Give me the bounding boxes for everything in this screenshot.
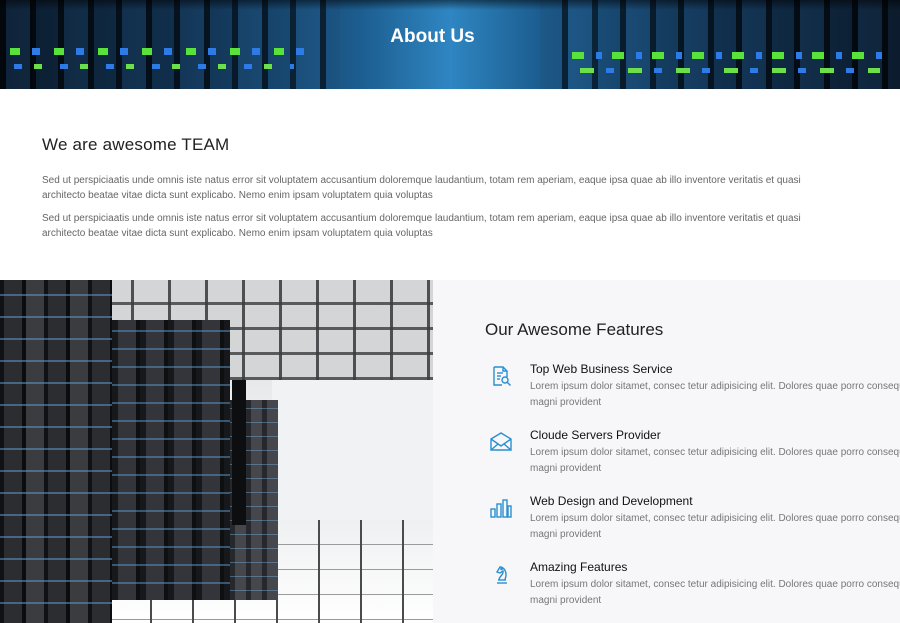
feature-item: Amazing Features Lorem ipsum dolor sitam… bbox=[485, 560, 900, 616]
team-paragraph: Sed ut perspiciaatis unde omnis iste nat… bbox=[42, 211, 802, 241]
server-rack-front bbox=[0, 280, 112, 623]
hero-shade bbox=[0, 0, 900, 10]
team-paragraph: Sed ut perspiciaatis unde omnis iste nat… bbox=[42, 173, 802, 203]
description-line: magni provident bbox=[530, 529, 602, 540]
page-title: About Us bbox=[390, 26, 475, 47]
feature-item: Web Design and Development Lorem ipsum d… bbox=[485, 494, 900, 550]
description-line: magni provident bbox=[530, 595, 602, 606]
hero-banner: About Us bbox=[0, 0, 900, 89]
features-heading: Our Awesome Features bbox=[485, 320, 664, 339]
datacenter-image bbox=[0, 280, 433, 623]
paragraph-line: Sed ut perspiciaatis unde omnis iste nat… bbox=[42, 213, 801, 224]
feature-item: Top Web Business Service Lorem ipsum dol… bbox=[485, 362, 900, 418]
feature-title: Amazing Features bbox=[530, 560, 628, 574]
chess-knight-icon bbox=[489, 562, 513, 586]
feature-item: Cloude Servers Provider Lorem ipsum dolo… bbox=[485, 428, 900, 484]
description-line: Lorem ipsum dolor sitamet, consec tetur … bbox=[530, 513, 900, 524]
features-section: Our Awesome Features Top Web Business Se… bbox=[433, 280, 900, 623]
server-rack-middle bbox=[112, 320, 230, 600]
envelope-icon bbox=[489, 430, 513, 454]
description-line: Lorem ipsum dolor sitamet, consec tetur … bbox=[530, 381, 900, 392]
server-leds bbox=[580, 68, 880, 73]
description-line: Lorem ipsum dolor sitamet, consec tetur … bbox=[530, 579, 900, 590]
server-leds bbox=[10, 48, 310, 55]
feature-description: Lorem ipsum dolor sitamet, consec tetur … bbox=[530, 577, 900, 609]
description-line: Lorem ipsum dolor sitamet, consec tetur … bbox=[530, 447, 900, 458]
feature-description: Lorem ipsum dolor sitamet, consec tetur … bbox=[530, 445, 900, 477]
server-rack-pillar bbox=[232, 380, 246, 525]
team-intro-section: We are awesome TEAM Sed ut perspiciaatis… bbox=[42, 135, 802, 241]
feature-title: Top Web Business Service bbox=[530, 362, 673, 376]
paragraph-line: architecto beatae vitae dicta sunt expli… bbox=[42, 190, 433, 201]
paragraph-line: Sed ut perspiciaatis unde omnis iste nat… bbox=[42, 175, 801, 186]
feature-title: Cloude Servers Provider bbox=[530, 428, 661, 442]
team-heading: We are awesome TEAM bbox=[42, 135, 230, 154]
server-leds bbox=[562, 52, 892, 59]
feature-description: Lorem ipsum dolor sitamet, consec tetur … bbox=[530, 511, 900, 543]
feature-description: Lorem ipsum dolor sitamet, consec tetur … bbox=[530, 379, 900, 411]
description-line: magni provident bbox=[530, 463, 602, 474]
paragraph-line: architecto beatae vitae dicta sunt expli… bbox=[42, 228, 433, 239]
feature-title: Web Design and Development bbox=[530, 494, 693, 508]
description-line: magni provident bbox=[530, 397, 602, 408]
bar-chart-icon bbox=[489, 496, 513, 520]
document-search-icon bbox=[489, 364, 513, 388]
server-leds bbox=[14, 64, 294, 69]
